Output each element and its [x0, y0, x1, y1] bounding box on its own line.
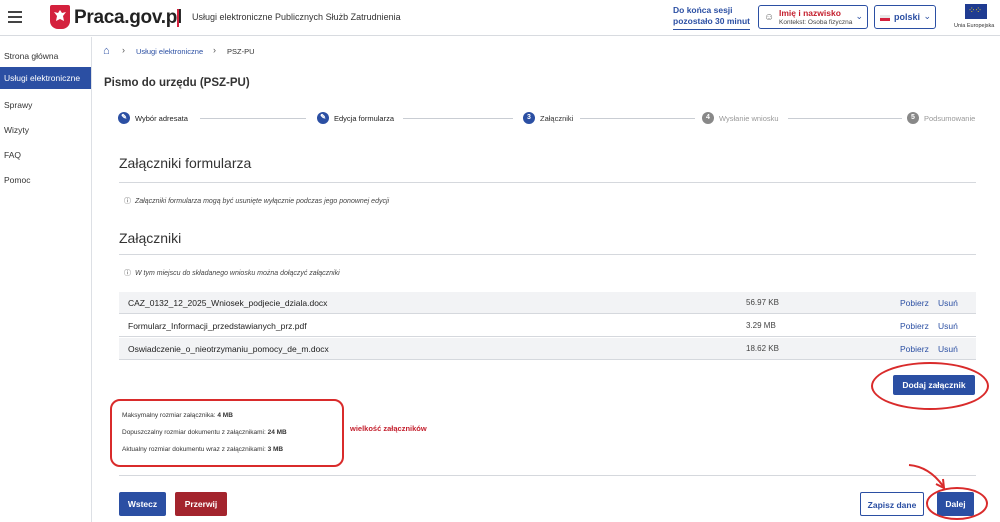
- stepper-line: [788, 118, 902, 119]
- sidebar-item-home[interactable]: Strona główna: [0, 45, 91, 67]
- attachment-filename: CAZ_0132_12_2025_Wniosek_podjecie_dziala…: [128, 298, 328, 308]
- limit-label: Aktualny rozmiar dokumentu wraz z załącz…: [122, 446, 266, 453]
- attachment-size: 56.97 KB: [746, 298, 779, 307]
- attachment-row: Formularz_Informacji_przedstawianych_prz…: [119, 315, 976, 337]
- language-select[interactable]: polski ⌄: [874, 5, 936, 29]
- eu-flag-icon: ⁘⁘: [965, 4, 987, 19]
- limit-value: 4 MB: [217, 412, 233, 419]
- divider: [119, 182, 976, 183]
- section-title-form-attachments: Załączniki formularza: [119, 155, 252, 171]
- user-icon: ☺: [764, 12, 775, 23]
- step-label: Edycja formularza: [334, 114, 395, 123]
- stepper-line: [200, 118, 306, 119]
- divider: [119, 475, 976, 476]
- attachments-info: ⓘ W tym miejscu do składanego wniosku moż…: [124, 268, 340, 278]
- info-text: Załączniki formularza mogą być usunięte …: [135, 198, 390, 205]
- attachment-size: 3.29 MB: [746, 321, 776, 330]
- section-title-attachments: Załączniki: [119, 230, 182, 246]
- step-label: Załączniki: [540, 114, 574, 123]
- user-menu-button[interactable]: ☺ Imię i nazwisko Kontekst: Osoba fizycz…: [758, 5, 868, 29]
- cancel-button[interactable]: Przerwij: [175, 492, 227, 516]
- step-label: Podsumowanie: [924, 114, 976, 123]
- site-logo[interactable]: Praca.gov.pl: [74, 7, 182, 29]
- highlight-ellipse: [871, 362, 989, 410]
- info-text: W tym miejscu do składanego wniosku możn…: [135, 270, 340, 277]
- session-timer[interactable]: Do końca sesji pozostało 30 minut: [673, 5, 750, 30]
- annotation-arrow-icon: [908, 464, 946, 490]
- sidebar: Strona główna Usługi elektroniczne Spraw…: [0, 37, 92, 522]
- back-button[interactable]: Wstecz: [119, 492, 166, 516]
- top-header: Praca.gov.pl Usługi elektroniczne Public…: [0, 0, 1000, 36]
- limit-value: 24 MB: [267, 429, 287, 436]
- chevron-down-icon: ⌄: [855, 11, 863, 21]
- sidebar-item-help[interactable]: Pomoc: [0, 169, 91, 191]
- breadcrumb-current: PSZ-PU: [227, 47, 255, 56]
- eagle-emblem-icon: [50, 5, 70, 29]
- breadcrumb-e-services[interactable]: Usługi elektroniczne: [136, 47, 203, 56]
- divider: [119, 254, 976, 255]
- step-number: 4: [702, 112, 714, 124]
- limit-allowed-document: Dopuszczalny rozmiar dokumentu z załączn…: [122, 429, 287, 436]
- limit-max-attachment: Maksymalny rozmiar załącznika: 4 MB: [122, 412, 233, 419]
- sidebar-item-cases[interactable]: Sprawy: [0, 94, 91, 116]
- attachment-filename: Formularz_Informacji_przedstawianych_prz…: [128, 321, 307, 331]
- form-attachments-info: ⓘ Załączniki formularza mogą być usunięte…: [124, 196, 389, 206]
- sidebar-item-e-services[interactable]: Usługi elektroniczne: [0, 67, 91, 89]
- chevron-down-icon: ⌄: [923, 11, 931, 21]
- attachment-size: 18.62 KB: [746, 344, 779, 353]
- download-link[interactable]: Pobierz: [900, 344, 929, 354]
- step-label: Wybór adresata: [135, 114, 188, 123]
- user-context: Kontekst: Osoba fizyczna: [779, 19, 853, 26]
- remove-link[interactable]: Usuń: [938, 344, 958, 354]
- home-icon[interactable]: ⌂: [103, 45, 110, 57]
- info-icon: ⓘ: [124, 270, 131, 277]
- page-title: Pismo do urzędu (PSZ-PU): [104, 77, 250, 89]
- remove-link[interactable]: Usuń: [938, 298, 958, 308]
- header-divider: [177, 9, 179, 27]
- user-name: Imię i nazwisko: [779, 8, 841, 18]
- stepper-line: [403, 118, 513, 119]
- limit-label: Maksymalny rozmiar załącznika:: [122, 412, 216, 419]
- step-number: 3: [523, 112, 535, 124]
- step-number: 5: [907, 112, 919, 124]
- flag-icon: [880, 15, 890, 21]
- limit-current-document: Aktualny rozmiar dokumentu wraz z załącz…: [122, 446, 283, 453]
- chevron-right-icon: ›: [122, 45, 125, 55]
- download-link[interactable]: Pobierz: [900, 298, 929, 308]
- remove-link[interactable]: Usuń: [938, 321, 958, 331]
- eu-label: Unia Europejska: [954, 23, 995, 29]
- attachment-row: CAZ_0132_12_2025_Wniosek_podjecie_dziala…: [119, 292, 976, 314]
- limit-label: Dopuszczalny rozmiar dokumentu z załączn…: [122, 429, 266, 436]
- sidebar-item-visits[interactable]: Wizyty: [0, 119, 91, 141]
- edit-pencil-icon: ✎: [317, 112, 329, 124]
- session-line-1: Do końca sesji: [673, 5, 733, 15]
- attachment-filename: Oswiadczenie_o_nieotrzymaniu_pomocy_de_m…: [128, 344, 329, 354]
- sidebar-item-faq[interactable]: FAQ: [0, 144, 91, 166]
- step-label: Wysłanie wniosku: [719, 114, 779, 123]
- edit-pencil-icon: ✎: [118, 112, 130, 124]
- info-icon: ⓘ: [124, 198, 131, 205]
- attachment-row: Oswiadczenie_o_nieotrzymaniu_pomocy_de_m…: [119, 338, 976, 360]
- annotation-label: wielkość załączników: [350, 424, 427, 433]
- session-line-2: pozostało 30 minut: [673, 16, 750, 26]
- menu-icon[interactable]: [8, 11, 22, 26]
- limit-value: 3 MB: [267, 446, 284, 453]
- attachment-limits-box: Maksymalny rozmiar załącznika: 4 MB Dopu…: [110, 399, 344, 467]
- header-subtitle: Usługi elektroniczne Publicznych Służb Z…: [192, 12, 401, 22]
- download-link[interactable]: Pobierz: [900, 321, 929, 331]
- chevron-right-icon: ›: [213, 45, 216, 55]
- language-label: polski: [894, 12, 921, 22]
- stepper-line: [580, 118, 695, 119]
